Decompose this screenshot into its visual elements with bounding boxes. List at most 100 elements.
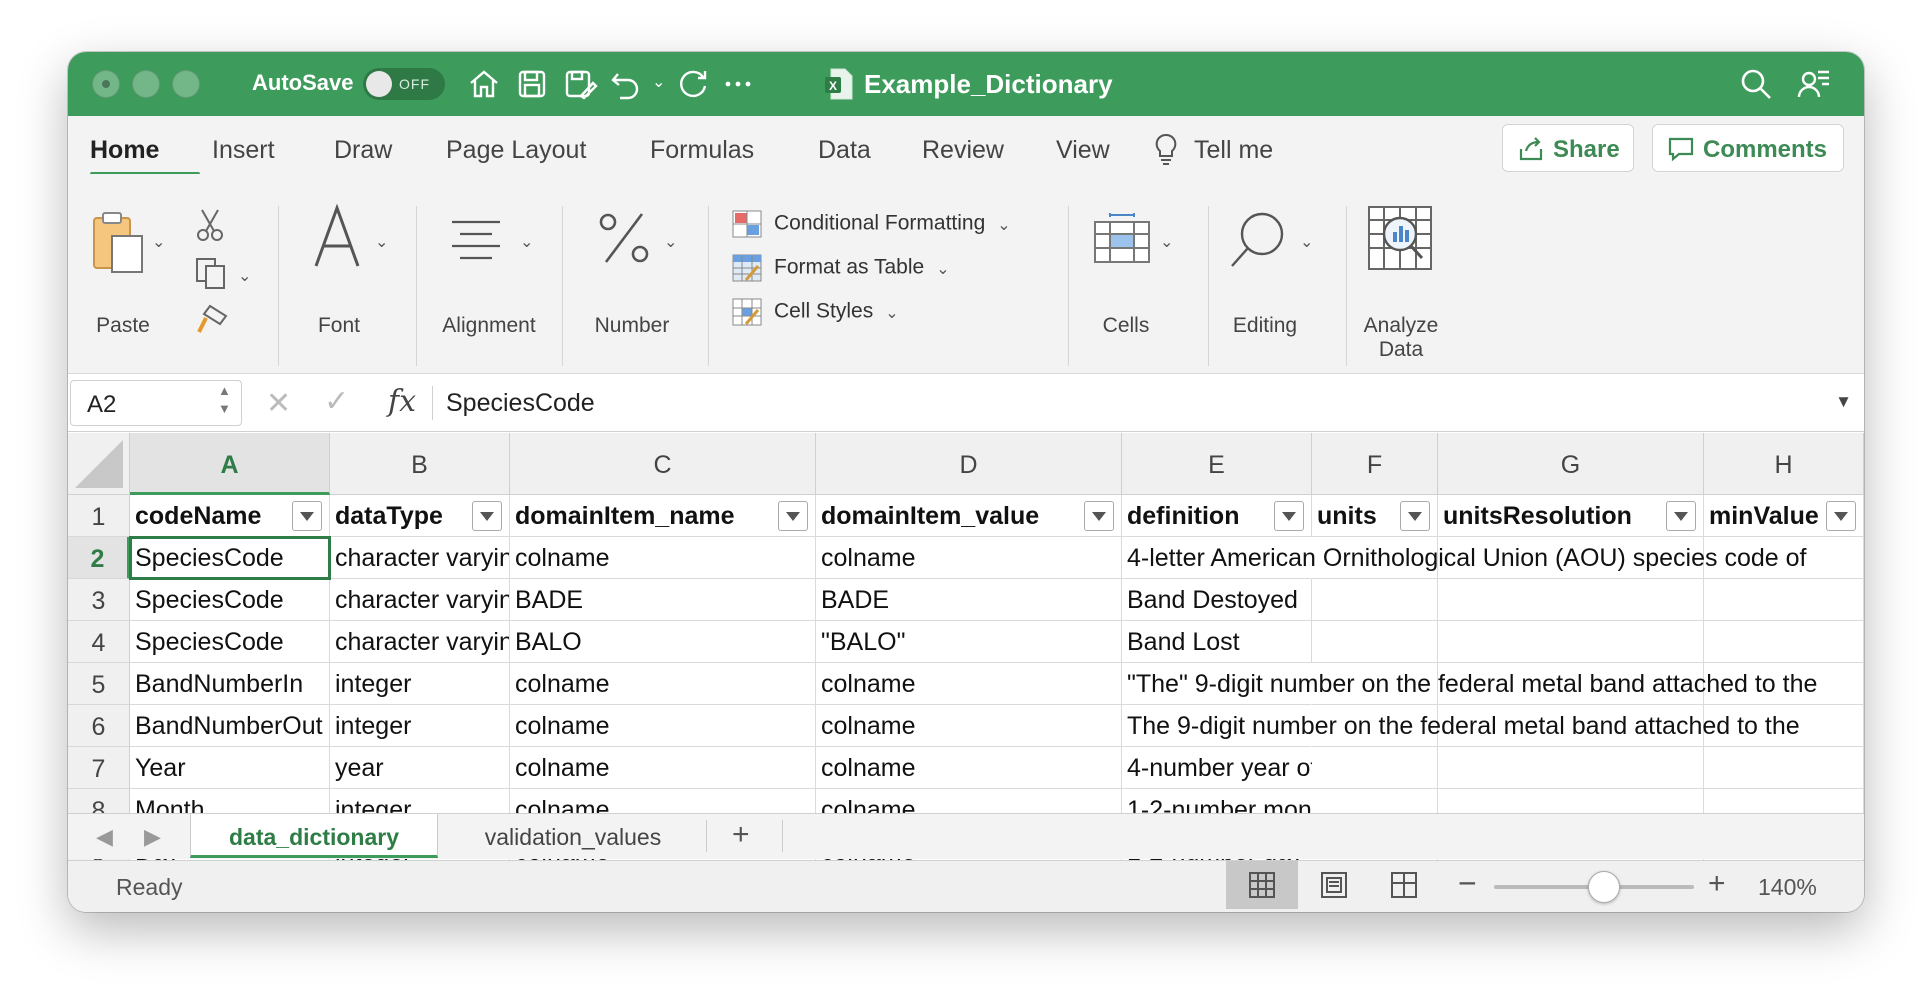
cell-styles-button[interactable]: Cell Styles ⌄ bbox=[732, 298, 899, 326]
cells-icon[interactable] bbox=[1092, 212, 1152, 268]
tab-insert[interactable]: Insert bbox=[212, 136, 275, 165]
filter-dropdown-icon[interactable] bbox=[472, 501, 502, 531]
tab-draw[interactable]: Draw bbox=[334, 136, 392, 165]
tab-data[interactable]: Data bbox=[818, 136, 871, 165]
column-header-B[interactable]: B bbox=[330, 433, 510, 495]
table-cell[interactable]: BADE bbox=[510, 579, 816, 621]
row-header-2[interactable]: 2 bbox=[68, 537, 130, 579]
filter-dropdown-icon[interactable] bbox=[1666, 501, 1696, 531]
table-cell[interactable]: character varying bbox=[330, 579, 510, 621]
comments-button[interactable]: Comments bbox=[1652, 124, 1844, 172]
format-painter-icon[interactable] bbox=[196, 302, 230, 336]
table-cell[interactable]: integer bbox=[330, 705, 510, 747]
column-header-D[interactable]: D bbox=[816, 433, 1122, 495]
table-cell[interactable]: colname bbox=[510, 705, 816, 747]
sheet-tab-data-dictionary[interactable]: data_dictionary bbox=[190, 814, 438, 858]
spreadsheet-grid[interactable]: A B C D E F G H 1 codeName dataType domainItem_name… bbox=[68, 433, 1864, 865]
table-cell[interactable]: 4-letter American Ornithological Union (… bbox=[1122, 537, 1806, 579]
normal-view-button[interactable] bbox=[1226, 861, 1298, 909]
table-cell[interactable]: "The" 9-digit number on the federal meta… bbox=[1122, 663, 1817, 705]
conditional-formatting-button[interactable]: Conditional Formatting ⌄ bbox=[732, 210, 1011, 238]
table-header-cell[interactable]: domainItem_name bbox=[510, 495, 816, 537]
table-cell[interactable]: Year bbox=[130, 747, 330, 789]
table-cell[interactable] bbox=[1312, 621, 1438, 663]
column-header-E[interactable]: E bbox=[1122, 433, 1312, 495]
insert-function-icon[interactable]: fx bbox=[388, 384, 416, 419]
filter-dropdown-icon[interactable] bbox=[1400, 501, 1430, 531]
table-header-cell[interactable]: unitsResolution bbox=[1438, 495, 1704, 537]
formula-input[interactable]: SpeciesCode bbox=[446, 389, 595, 418]
table-header-cell[interactable]: domainItem_value bbox=[816, 495, 1122, 537]
table-cell[interactable] bbox=[1704, 621, 1864, 663]
table-cell[interactable] bbox=[1704, 579, 1864, 621]
add-sheet-icon[interactable]: + bbox=[732, 818, 750, 852]
save-icon[interactable] bbox=[514, 66, 550, 102]
table-cell[interactable]: BADE bbox=[816, 579, 1122, 621]
row-header-7[interactable]: 7 bbox=[68, 747, 130, 789]
table-cell[interactable]: colname bbox=[510, 537, 816, 579]
paste-icon[interactable] bbox=[90, 210, 146, 276]
number-dropdown-icon[interactable]: ⌄ bbox=[664, 232, 677, 252]
name-box[interactable]: A2 bbox=[70, 380, 242, 426]
close-window-button[interactable] bbox=[92, 70, 120, 98]
share-button[interactable]: Share bbox=[1502, 124, 1634, 172]
table-cell[interactable]: colname bbox=[510, 747, 816, 789]
row-header-5[interactable]: 5 bbox=[68, 663, 130, 705]
table-cell[interactable]: colname bbox=[816, 747, 1122, 789]
table-cell[interactable]: SpeciesCode bbox=[129, 536, 331, 580]
tab-review[interactable]: Review bbox=[922, 136, 1004, 165]
copy-icon[interactable] bbox=[194, 256, 230, 290]
autosave-toggle[interactable]: OFF bbox=[363, 68, 445, 100]
zoom-slider[interactable] bbox=[1494, 871, 1694, 903]
search-icon[interactable] bbox=[1738, 66, 1774, 102]
editing-dropdown-icon[interactable]: ⌄ bbox=[1300, 232, 1313, 252]
select-all-corner[interactable] bbox=[68, 433, 130, 495]
filter-dropdown-icon[interactable] bbox=[778, 501, 808, 531]
row-header-3[interactable]: 3 bbox=[68, 579, 130, 621]
filter-dropdown-icon[interactable] bbox=[1274, 501, 1304, 531]
tab-formulas[interactable]: Formulas bbox=[650, 136, 754, 165]
filter-dropdown-icon[interactable] bbox=[1084, 501, 1114, 531]
zoom-window-button[interactable] bbox=[172, 70, 200, 98]
cut-icon[interactable] bbox=[196, 208, 224, 242]
column-header-A[interactable]: A bbox=[130, 433, 330, 495]
table-cell[interactable]: Band Destoyed bbox=[1122, 579, 1312, 621]
filter-dropdown-icon[interactable] bbox=[292, 501, 322, 531]
table-cell[interactable] bbox=[1704, 747, 1864, 789]
row-header-6[interactable]: 6 bbox=[68, 705, 130, 747]
table-cell[interactable]: SpeciesCode bbox=[130, 579, 330, 621]
sheet-prev-icon[interactable]: ◀ bbox=[96, 824, 113, 850]
table-cell[interactable] bbox=[1312, 747, 1438, 789]
minimize-window-button[interactable] bbox=[132, 70, 160, 98]
zoom-slider-knob[interactable] bbox=[1588, 871, 1620, 903]
tab-view[interactable]: View bbox=[1056, 136, 1110, 165]
expand-formula-icon[interactable]: ▼ bbox=[1835, 392, 1852, 412]
table-cell[interactable] bbox=[1312, 579, 1438, 621]
table-cell[interactable] bbox=[1438, 579, 1704, 621]
sheet-next-icon[interactable]: ▶ bbox=[144, 824, 161, 850]
alignment-icon[interactable] bbox=[448, 218, 504, 262]
analyze-data-icon[interactable] bbox=[1366, 204, 1434, 272]
cells-dropdown-icon[interactable]: ⌄ bbox=[1160, 232, 1173, 252]
table-cell[interactable]: character varying bbox=[330, 621, 510, 663]
table-cell[interactable]: colname bbox=[816, 537, 1122, 579]
name-box-stepper-icon[interactable]: ▲ ▼ bbox=[218, 382, 231, 418]
tell-me-search[interactable]: Tell me bbox=[1194, 136, 1273, 165]
table-cell[interactable]: "BALO" bbox=[816, 621, 1122, 663]
table-cell[interactable]: integer bbox=[330, 663, 510, 705]
zoom-percentage[interactable]: 140% bbox=[1758, 874, 1817, 901]
column-header-H[interactable]: H bbox=[1704, 433, 1864, 495]
table-cell[interactable]: character varying bbox=[330, 537, 510, 579]
paste-dropdown-icon[interactable]: ⌄ bbox=[152, 232, 165, 252]
table-cell[interactable] bbox=[1438, 621, 1704, 663]
table-cell[interactable]: Band Lost bbox=[1122, 621, 1312, 663]
zoom-out-icon[interactable]: − bbox=[1458, 865, 1477, 902]
column-header-G[interactable]: G bbox=[1438, 433, 1704, 495]
tab-page-layout[interactable]: Page Layout bbox=[446, 136, 586, 165]
table-cell[interactable]: SpeciesCode bbox=[130, 621, 330, 663]
table-cell[interactable]: BandNumberIn bbox=[130, 663, 330, 705]
confirm-formula-icon[interactable]: ✓ bbox=[324, 384, 349, 419]
editing-icon[interactable] bbox=[1228, 210, 1288, 270]
undo-icon[interactable] bbox=[608, 66, 644, 102]
zoom-in-icon[interactable]: + bbox=[1708, 867, 1726, 901]
